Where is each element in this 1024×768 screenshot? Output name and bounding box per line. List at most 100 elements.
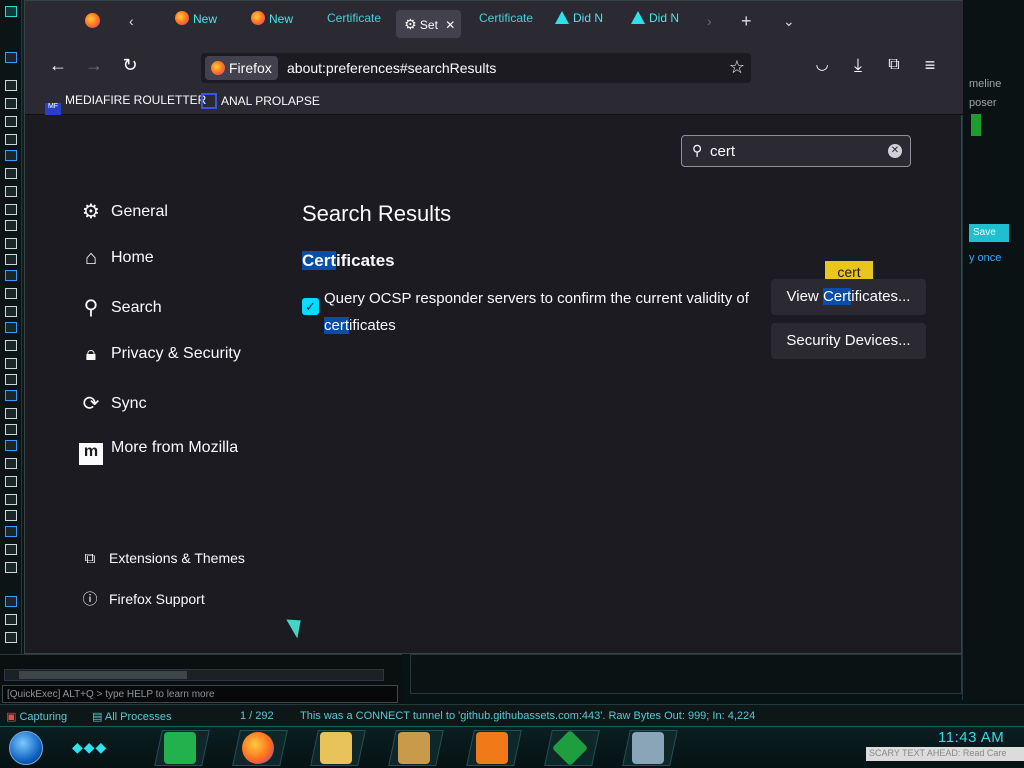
document-icon[interactable] (5, 98, 17, 109)
preferences-search-box[interactable]: ⚲ ✕ (681, 135, 911, 167)
lock-icon[interactable] (5, 134, 17, 145)
firefox-taskbar-icon[interactable] (242, 732, 274, 764)
lock-icon[interactable] (5, 614, 17, 625)
document-icon[interactable] (5, 562, 17, 573)
document-icon[interactable] (5, 374, 17, 385)
url-bar[interactable]: Firefox about:preferences#searchResults … (201, 53, 751, 83)
preferences-page: ⚲ ✕ ⚙General ⌂Home ⚲Search 🔒︎Privacy & S… (25, 115, 961, 653)
bookmark-star-icon[interactable]: ☆ (729, 57, 745, 78)
nav-privacy-security[interactable]: 🔒︎ Privacy & Security (79, 343, 241, 369)
notes-app-icon[interactable] (164, 732, 196, 764)
filter-icon: ▤ (92, 711, 103, 723)
code-icon[interactable] (5, 390, 17, 401)
document-icon[interactable] (5, 254, 17, 265)
document-icon[interactable] (5, 220, 17, 231)
new-tab-icon[interactable]: + (741, 11, 752, 32)
background-link[interactable]: y once (969, 252, 1001, 264)
code-icon[interactable] (5, 150, 17, 161)
identity-box[interactable]: Firefox (205, 56, 278, 80)
nav-sync[interactable]: ⟳ Sync (79, 391, 147, 417)
nav-home[interactable]: ⌂ Home (79, 247, 154, 273)
extensions-themes-link[interactable]: ⧉ Extensions & Themes (81, 550, 245, 567)
firefox-view-icon[interactable] (85, 13, 100, 31)
security-devices-button[interactable]: Security Devices... (771, 323, 926, 359)
preferences-search-input[interactable] (710, 141, 880, 161)
ocsp-label[interactable]: Query OCSP responder servers to confirm … (324, 285, 754, 339)
document-icon[interactable] (5, 424, 17, 435)
puzzle-icon: ⧉ (84, 550, 96, 567)
tab-did-not-1[interactable]: Did N (555, 11, 603, 37)
handshake-icon[interactable] (398, 732, 430, 764)
pocket-icon[interactable]: ◡ (811, 55, 833, 77)
ocsp-checkbox[interactable]: ✓ (302, 298, 319, 315)
windows-icon[interactable] (5, 52, 17, 63)
tab-certificate-1[interactable]: Certificate (327, 11, 381, 37)
document-icon[interactable] (5, 358, 17, 369)
view-certificates-button[interactable]: View Certificates... (771, 279, 926, 315)
back-arrow-icon[interactable]: ← (47, 55, 69, 77)
nav-more-from-mozilla[interactable]: m More from Mozilla (79, 439, 238, 465)
xampp-icon[interactable] (476, 732, 508, 764)
lock-icon[interactable] (5, 238, 17, 249)
tab-certificate-2[interactable]: Certificate (479, 11, 533, 37)
page-title: Search Results (302, 201, 452, 226)
extensions-puzzle-icon[interactable]: ⧉ (883, 55, 905, 77)
document-icon[interactable] (5, 476, 17, 487)
quickexec-input[interactable]: [QuickExec] ALT+Q > type HELP to learn m… (2, 685, 398, 703)
close-tab-icon[interactable]: ✕ (445, 18, 455, 32)
status-bar: ▣ Capturing ▤ All Processes 1 / 292 This… (0, 704, 1024, 726)
code-icon[interactable] (5, 440, 17, 451)
tab-scroll-left-icon[interactable]: ‹ (129, 13, 134, 29)
search-icon: ⚲ (83, 297, 99, 319)
horizontal-scrollbar[interactable] (4, 669, 384, 681)
file-explorer-icon[interactable] (320, 732, 352, 764)
background-label: poser (969, 97, 997, 109)
document-icon[interactable] (5, 288, 17, 299)
code-icon[interactable] (5, 322, 17, 333)
document-icon[interactable] (5, 632, 17, 643)
forward-arrow-icon[interactable]: → (83, 55, 105, 77)
monitor-icon[interactable] (632, 732, 664, 764)
lock-icon[interactable] (5, 510, 17, 521)
lock-icon[interactable] (5, 116, 17, 127)
scrollbar-thumb[interactable] (19, 671, 187, 679)
system-clock[interactable]: 11:43 AM (938, 729, 1004, 746)
reload-icon[interactable]: ↻ (119, 55, 141, 77)
tab-settings[interactable]: ⚙ Set ✕ (396, 10, 462, 38)
url-text[interactable]: about:preferences#searchResults (287, 60, 496, 76)
desktop: meline poser Save y once [QuickExec] ALT… (0, 0, 1024, 768)
document-icon[interactable] (5, 186, 17, 197)
downloads-icon[interactable]: ⤓ (847, 55, 869, 77)
lock-icon[interactable] (5, 408, 17, 419)
background-label: meline (969, 78, 1002, 90)
app-icon[interactable] (5, 6, 17, 17)
list-tabs-chevron-icon[interactable]: ⌄ (783, 13, 795, 30)
document-icon[interactable] (5, 458, 17, 469)
tab-new-1[interactable]: New (175, 11, 217, 37)
start-button[interactable] (9, 731, 43, 765)
tab-scroll-right-icon[interactable]: › (707, 13, 712, 29)
code-icon[interactable] (5, 526, 17, 537)
firefox-icon (175, 11, 189, 25)
lock-icon[interactable] (5, 306, 17, 317)
save-button[interactable]: Save (969, 224, 1009, 242)
capturing-indicator[interactable]: ▣ Capturing (6, 710, 67, 723)
firefox-support-link[interactable]: ⓘ Firefox Support (81, 588, 204, 609)
clear-search-icon[interactable]: ✕ (888, 144, 902, 158)
lock-icon[interactable] (5, 204, 17, 215)
bookmark-second[interactable]: ANAL PROLAPSE (201, 93, 320, 109)
menu-hamburger-icon[interactable]: ≡ (919, 55, 941, 77)
app-icon[interactable] (5, 80, 17, 91)
nav-search[interactable]: ⚲ Search (79, 295, 162, 321)
tab-new-2[interactable]: New (251, 11, 293, 37)
code-icon[interactable] (5, 270, 17, 281)
tab-did-not-2[interactable]: Did N (631, 11, 679, 37)
search-icon: ⚲ (692, 142, 703, 158)
code-icon[interactable] (5, 596, 17, 607)
document-icon[interactable] (5, 544, 17, 555)
document-icon[interactable] (5, 494, 17, 505)
process-filter[interactable]: ▤ All Processes (92, 710, 172, 723)
document-icon[interactable] (5, 168, 17, 179)
document-icon[interactable] (5, 340, 17, 351)
nav-general[interactable]: ⚙ General (79, 199, 168, 225)
